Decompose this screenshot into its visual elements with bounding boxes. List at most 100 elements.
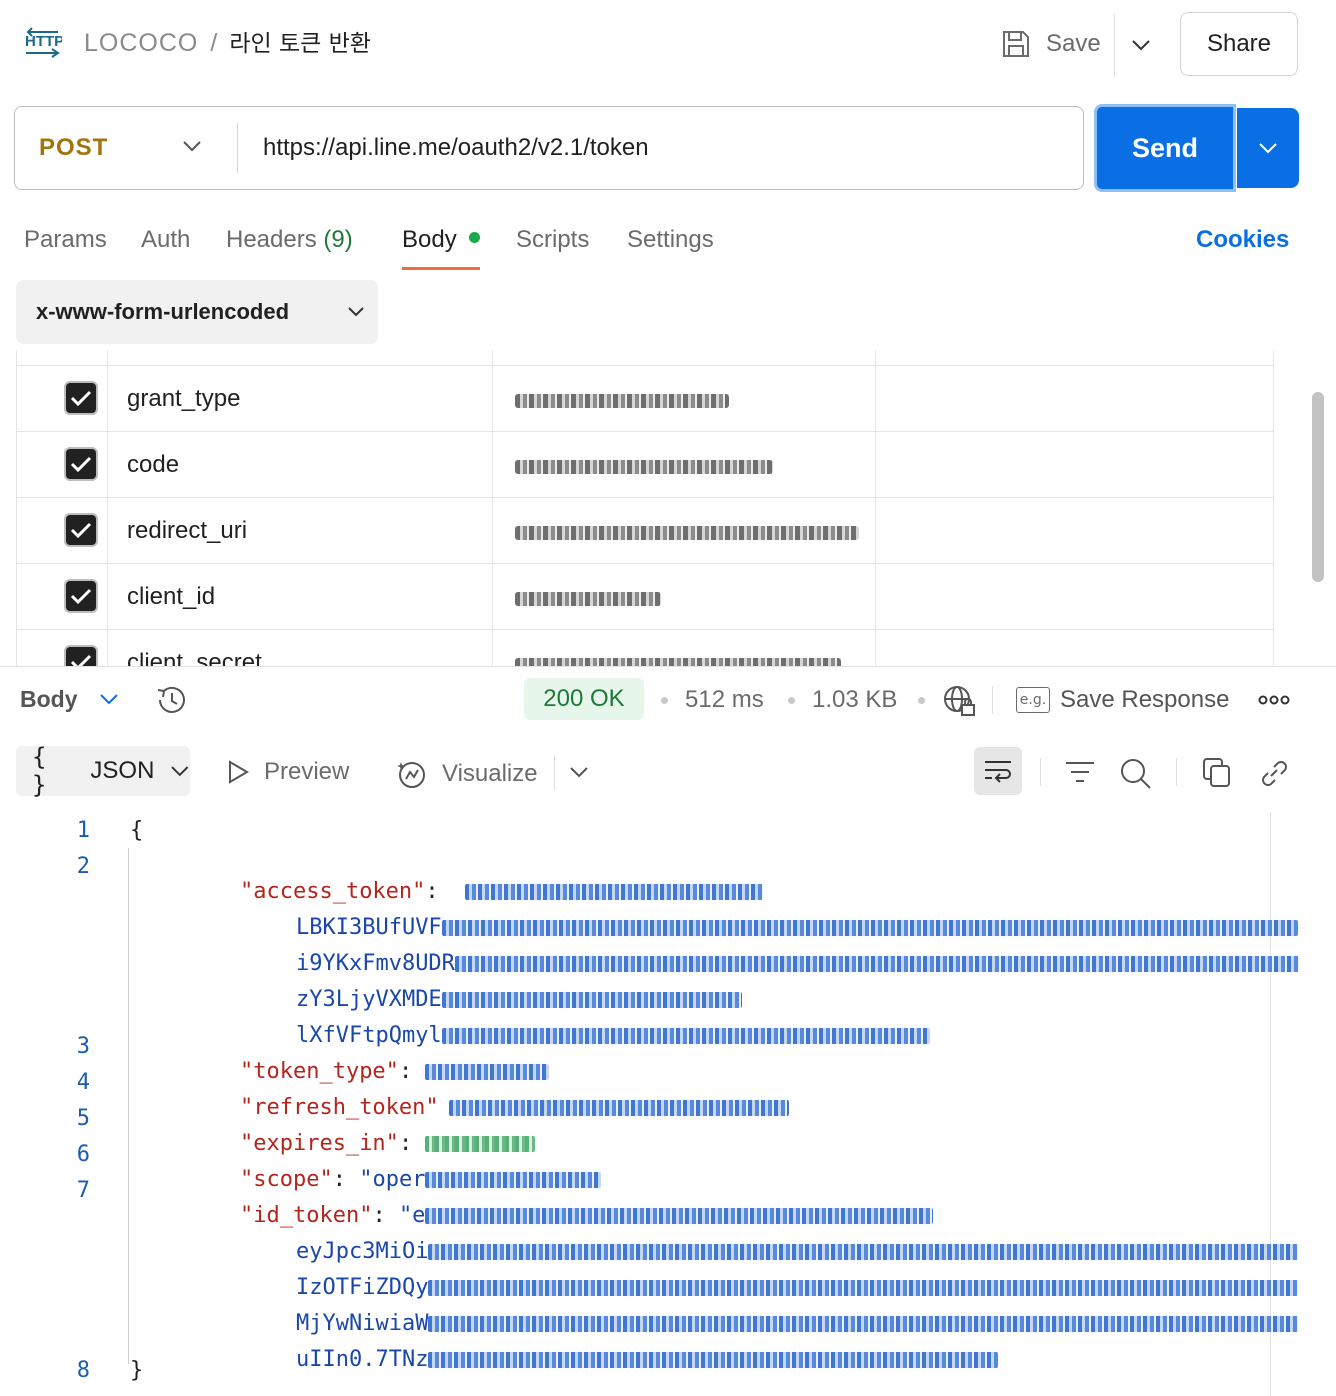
table-row: client_id [17, 564, 1274, 630]
indent-guide [128, 848, 129, 1364]
play-icon [229, 760, 249, 784]
token-fragment: uIIn0.7TNz [295, 1347, 429, 1372]
url-input[interactable]: https://api.line.me/oauth2/v2.1/token [263, 107, 649, 188]
request-name[interactable]: 라인 토큰 반환 [229, 31, 371, 57]
link-icon[interactable] [1258, 757, 1290, 789]
tab-params[interactable]: Params [24, 222, 107, 270]
history-icon[interactable] [154, 684, 188, 716]
share-button[interactable]: Share [1180, 12, 1298, 76]
row-checkbox[interactable] [64, 513, 98, 547]
check-icon [70, 654, 92, 666]
body-type-label: x-www-form-urlencoded [36, 299, 290, 324]
param-value-redacted[interactable] [509, 570, 849, 624]
response-size[interactable]: 1.03 KB [812, 686, 897, 714]
param-key[interactable]: client_secret [127, 630, 262, 666]
table-row: grant_type [17, 366, 1274, 432]
line-number: 8 [76, 1358, 90, 1383]
cookies-link[interactable]: Cookies [1196, 222, 1289, 258]
param-value-redacted[interactable] [509, 504, 859, 558]
json-braces-icon: { } [32, 743, 47, 799]
chevron-down-icon[interactable] [98, 688, 120, 710]
params-table: grant_type code redirect_uri client_id c… [16, 350, 1274, 666]
save-icon [1003, 31, 1029, 57]
scrollbar[interactable] [1312, 392, 1324, 582]
dot-separator [661, 697, 668, 704]
save-options-button[interactable] [1114, 14, 1166, 76]
divider [1176, 758, 1177, 786]
active-tab-indicator [402, 267, 480, 270]
visualize-button[interactable]: Visualize [396, 758, 538, 790]
breadcrumb-separator: / [210, 29, 218, 57]
method-label: POST [39, 133, 109, 161]
example-icon[interactable]: e.g. [1016, 687, 1050, 713]
send-button[interactable]: Send [1094, 104, 1236, 192]
line-number: 5 [76, 1106, 90, 1131]
check-icon [70, 456, 92, 473]
table-row: code [17, 432, 1274, 498]
json-response-viewer[interactable]: 1 2 3 4 5 6 7 8 { "access_token": LBKI3B… [0, 812, 1336, 1396]
row-checkbox[interactable] [64, 381, 98, 415]
chevron-down-icon[interactable] [568, 762, 590, 782]
filter-icon[interactable] [1064, 757, 1096, 787]
chevron-down-icon [183, 141, 201, 152]
row-checkbox[interactable] [64, 645, 98, 666]
param-value-redacted[interactable] [509, 636, 849, 666]
status-badge[interactable]: 200 OK [524, 678, 644, 720]
format-select[interactable]: { } JSON [16, 743, 190, 799]
json-line-continuation: uIIn0.7TNz [243, 1322, 999, 1396]
param-key[interactable]: redirect_uri [127, 498, 247, 564]
response-body-select[interactable]: Body [20, 686, 78, 713]
check-icon [70, 588, 92, 605]
row-checkbox[interactable] [64, 447, 98, 481]
line-number: 6 [76, 1142, 90, 1167]
tab-scripts[interactable]: Scripts [516, 222, 589, 270]
response-time[interactable]: 512 ms [685, 686, 764, 714]
line-number: 3 [76, 1034, 90, 1059]
param-value-redacted[interactable] [509, 438, 849, 492]
tab-body[interactable]: Body [402, 222, 480, 270]
search-icon[interactable] [1119, 757, 1153, 789]
row-checkbox[interactable] [64, 579, 98, 613]
divider [237, 123, 238, 173]
save-button[interactable]: Save [1000, 22, 1101, 66]
param-key[interactable]: grant_type [127, 366, 240, 432]
preview-button[interactable]: Preview [226, 758, 349, 786]
copy-icon[interactable] [1202, 757, 1232, 789]
save-label: Save [1046, 30, 1101, 57]
param-value-redacted[interactable] [509, 372, 849, 426]
chevron-down-icon [1259, 143, 1277, 154]
divider [554, 756, 555, 790]
breadcrumb: LOCOCO / 라인 토큰 반환 [84, 26, 371, 61]
table-row: redirect_uri [17, 498, 1274, 564]
body-type-select[interactable]: x-www-form-urlencoded [16, 280, 378, 344]
chevron-down-icon [348, 307, 364, 317]
tab-headers-label: Headers [226, 226, 317, 253]
dot-separator [918, 697, 925, 704]
tab-settings[interactable]: Settings [627, 222, 714, 270]
chevron-down-icon [171, 766, 189, 777]
param-key[interactable]: client_id [127, 564, 215, 630]
http-request-icon: HTTP [25, 27, 62, 58]
json-open-brace: { [130, 818, 144, 843]
send-options-button[interactable] [1237, 108, 1299, 188]
line-number: 7 [76, 1178, 90, 1203]
url-bar: POST https://api.line.me/oauth2/v2.1/tok… [14, 106, 1084, 190]
check-icon [70, 522, 92, 539]
line-number: 4 [76, 1070, 90, 1095]
visualize-icon [397, 762, 425, 788]
param-key[interactable]: code [127, 432, 179, 498]
network-globe-lock-icon[interactable] [942, 684, 976, 718]
more-options-icon[interactable] [1258, 690, 1290, 710]
headers-count: (9) [323, 226, 353, 253]
top-bar: HTTP LOCOCO / 라인 토큰 반환 Save Share [0, 0, 1336, 90]
tab-headers[interactable]: Headers (9) [226, 222, 353, 270]
wrap-lines-button[interactable] [974, 747, 1022, 795]
save-response-button[interactable]: Save Response [1060, 686, 1229, 714]
visualize-label: Visualize [442, 760, 538, 787]
method-select[interactable]: POST [15, 107, 237, 188]
table-row: client_secret [17, 630, 1274, 666]
chevron-down-icon [1131, 40, 1150, 51]
check-icon [70, 390, 92, 407]
tab-auth[interactable]: Auth [141, 222, 190, 270]
breadcrumb-workspace[interactable]: LOCOCO [84, 29, 198, 57]
